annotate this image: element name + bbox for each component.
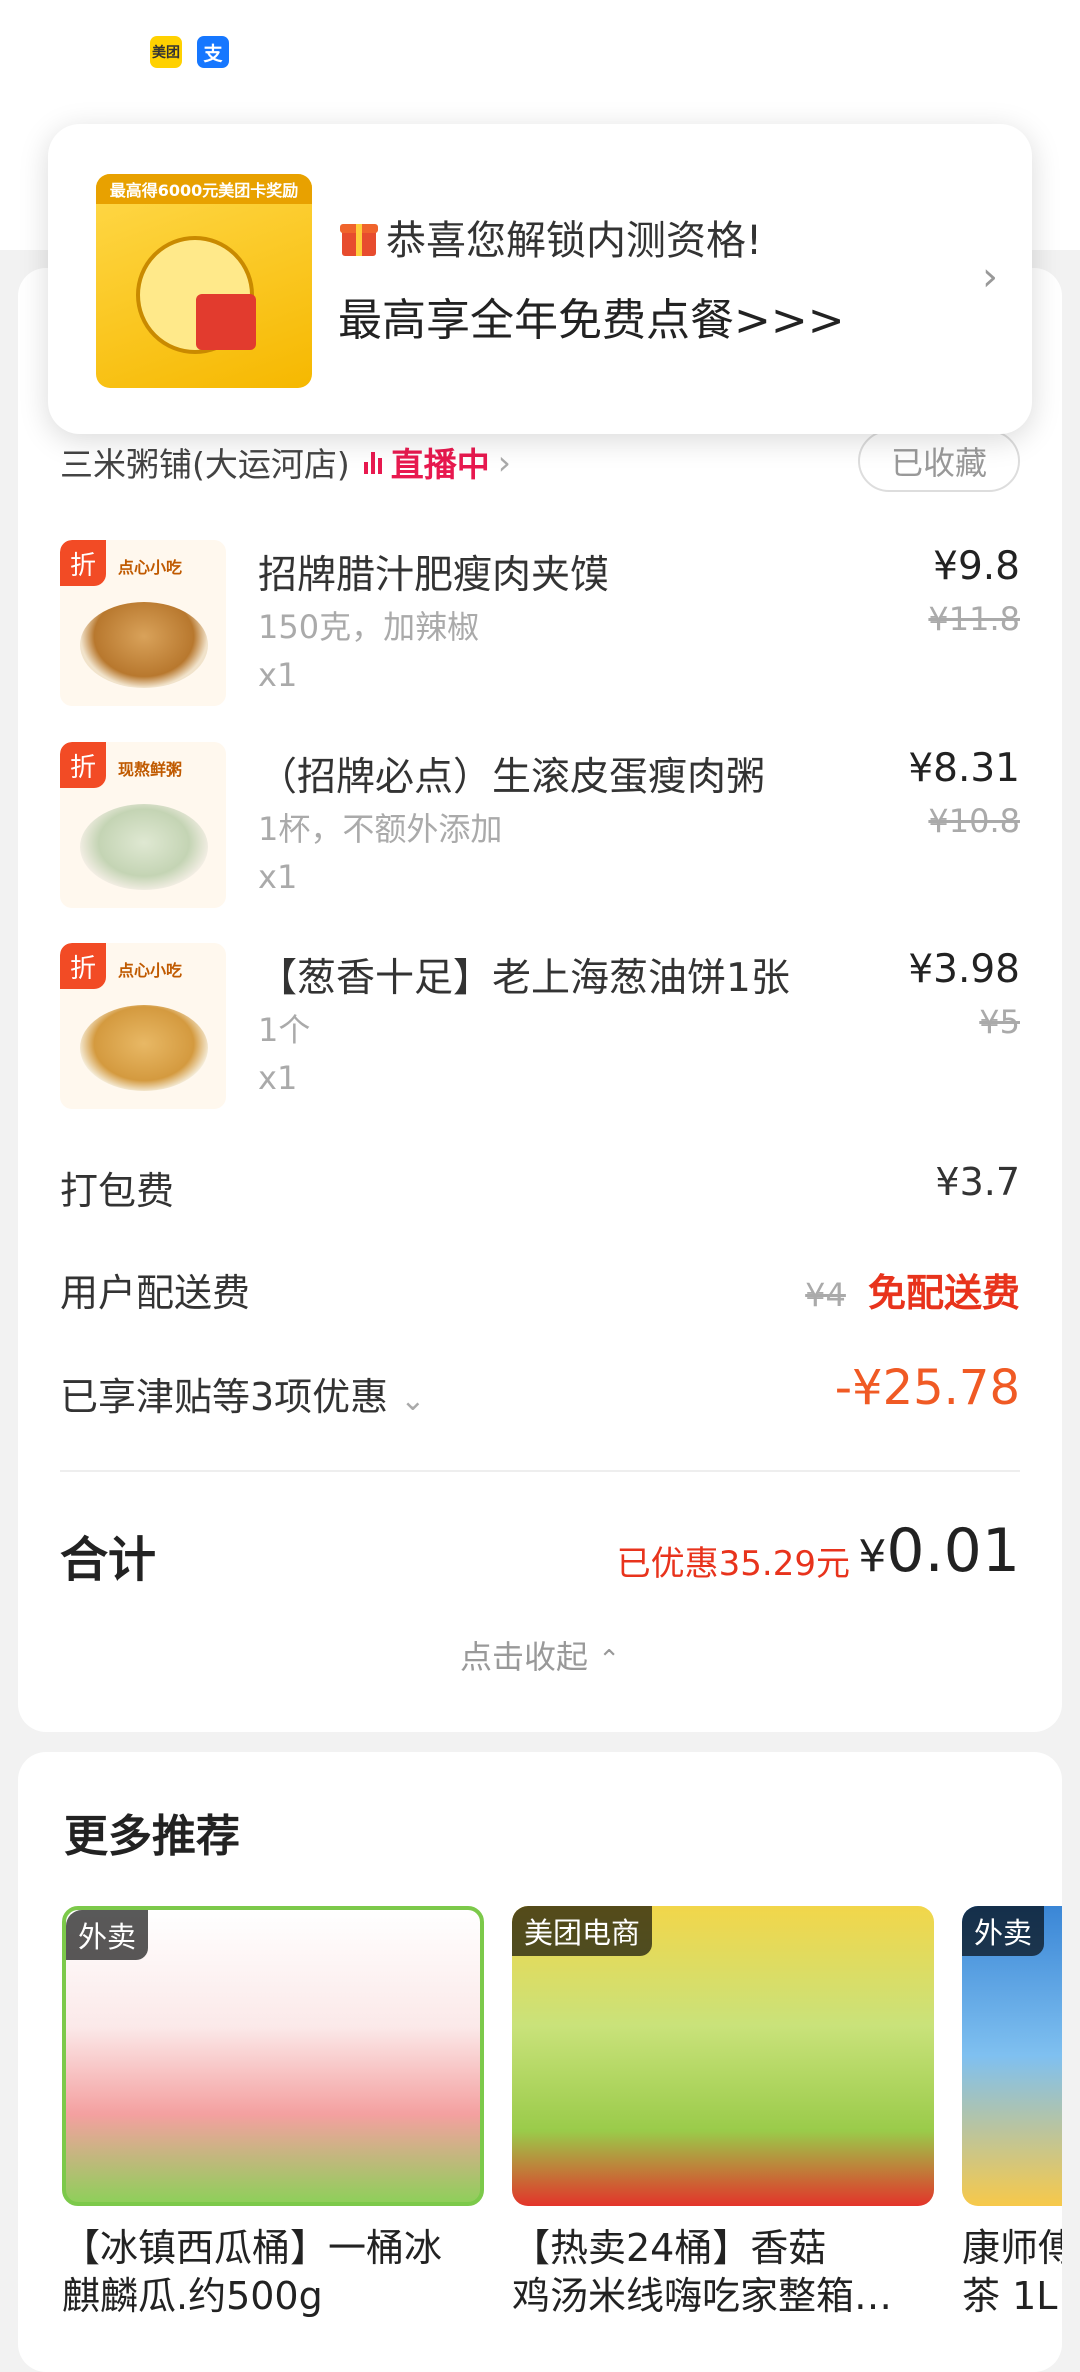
recommend-text[interactable]: 【冰镇西瓜桶】一桶冰 麒麟瓜.约500g bbox=[62, 2224, 442, 2320]
item-thumbnail: 点心小吃 折 bbox=[60, 540, 226, 706]
thumb-label: 点心小吃 bbox=[118, 961, 183, 980]
item-thumbnail: 点心小吃 折 bbox=[60, 943, 226, 1109]
total-amount-value: 0.01 bbox=[886, 1516, 1020, 1586]
recommend-tag: 外卖 bbox=[962, 1906, 1045, 1956]
discount-label[interactable]: 已享津贴等3项优惠 bbox=[60, 1375, 388, 1419]
gift-icon bbox=[338, 216, 380, 258]
item-original-price: ¥10.8 bbox=[928, 802, 1020, 840]
item-thumbnail: 现熬鲜粥 折 bbox=[60, 742, 226, 908]
packing-fee-label: 打包费 bbox=[60, 1169, 175, 1213]
promo-title-text: 恭喜您解锁内测资格! bbox=[386, 218, 763, 264]
item-name: 【葱香十足】老上海葱油饼1张 bbox=[258, 956, 790, 1001]
order-item[interactable]: 点心小吃 折 招牌腊汁肥瘦肉夹馍 150克，加辣椒 x1 ¥9.8 ¥11.8 bbox=[60, 540, 1020, 710]
total-amount: ¥0.01 bbox=[858, 1516, 1020, 1586]
total-saved: 已优惠35.29元 bbox=[616, 1544, 850, 1584]
packing-fee-row: 打包费 ¥3.7 bbox=[60, 1160, 1020, 1215]
collapse-label[interactable]: 点击收起 bbox=[460, 1638, 588, 1676]
recommend-image[interactable]: 美团电商 bbox=[512, 1906, 934, 2206]
order-item[interactable]: 现熬鲜粥 折 （招牌必点）生滚皮蛋瘦肉粥 1杯，不额外添加 x1 ¥8.31 ¥… bbox=[60, 742, 1020, 912]
recommend-line: 鸡汤米线嗨吃家整箱… bbox=[512, 2274, 893, 2318]
item-spec: 1个 bbox=[258, 1011, 311, 1049]
chevron-right-icon: › bbox=[497, 442, 511, 482]
item-original-price: ¥5 bbox=[979, 1003, 1020, 1041]
recommend-line: 茶 1L bbox=[962, 2274, 1058, 2318]
discount-badge: 折 bbox=[60, 943, 106, 989]
recommend-text[interactable]: 康师傅 茶 1L bbox=[962, 2224, 1062, 2320]
item-spec: 1杯，不额外添加 bbox=[258, 810, 503, 848]
recommend-title: 更多推荐 bbox=[64, 1811, 240, 1862]
item-quantity: x1 bbox=[258, 1059, 298, 1097]
recommend-line: 康师傅 bbox=[962, 2226, 1062, 2270]
delivery-fee-value: 免配送费 bbox=[867, 1271, 1020, 1315]
promo-subtitle[interactable]: 最高享全年免费点餐>>> bbox=[338, 284, 845, 348]
recommend-tag: 外卖 bbox=[66, 1910, 149, 1960]
recommend-line: 麒麟瓜.约500g bbox=[62, 2274, 323, 2318]
item-spec: 150克，加辣椒 bbox=[258, 608, 480, 646]
store-name[interactable]: 三米粥铺(大运河店) bbox=[60, 438, 350, 486]
promo-image: 最高得6000元美团卡奖励 bbox=[96, 174, 312, 388]
item-price: ¥8.31 bbox=[908, 746, 1020, 791]
delivery-fee-original: ¥4 bbox=[805, 1276, 846, 1314]
discount-value: -¥25.78 bbox=[834, 1360, 1020, 1416]
food-image bbox=[80, 1005, 208, 1091]
item-price: ¥9.8 bbox=[933, 544, 1020, 589]
recommend-image[interactable]: 外卖 bbox=[62, 1906, 484, 2206]
live-badge[interactable]: 直播中 bbox=[363, 438, 490, 486]
collapse-button[interactable]: 点击收起 ⌃ bbox=[0, 1632, 1080, 1678]
delivery-fee-row: 用户配送费 ¥4 免配送费 bbox=[60, 1262, 1020, 1317]
delivery-fee-label: 用户配送费 bbox=[60, 1271, 251, 1315]
chevron-up-icon[interactable]: ⌃ bbox=[598, 1645, 620, 1675]
recommend-tag: 美团电商 bbox=[512, 1906, 653, 1956]
discount-badge: 折 bbox=[60, 742, 106, 788]
chevron-right-icon[interactable]: › bbox=[982, 254, 998, 300]
promo-image-banner: 最高得6000元美团卡奖励 bbox=[96, 174, 312, 204]
thumb-label: 现熬鲜粥 bbox=[118, 760, 183, 779]
alipay-app-icon: 支 bbox=[197, 36, 229, 68]
item-quantity: x1 bbox=[258, 858, 298, 896]
recommend-line: 【冰镇西瓜桶】一桶冰 bbox=[62, 2226, 443, 2270]
recommend-text[interactable]: 【热卖24桶】香菇 鸡汤米线嗨吃家整箱… bbox=[512, 2224, 892, 2320]
food-image bbox=[80, 602, 208, 688]
recommend-line: 【热卖24桶】香菇 bbox=[512, 2226, 827, 2270]
item-name: （招牌必点）生滚皮蛋瘦肉粥 bbox=[258, 755, 766, 800]
gift-box-illustration bbox=[196, 294, 256, 350]
store-row[interactable]: 三米粥铺(大运河店) 直播中 › bbox=[60, 438, 511, 486]
item-original-price: ¥11.8 bbox=[928, 600, 1020, 638]
divider bbox=[60, 1470, 1020, 1472]
item-quantity: x1 bbox=[258, 656, 298, 694]
discount-badge: 折 bbox=[60, 540, 106, 586]
food-image bbox=[80, 804, 208, 890]
total-label: 合计 bbox=[60, 1532, 157, 1588]
chevron-down-icon[interactable]: ⌄ bbox=[400, 1383, 425, 1418]
currency-symbol: ¥ bbox=[858, 1531, 887, 1582]
promo-title: 恭喜您解锁内测资格! bbox=[338, 208, 762, 266]
meituan-app-icon: 美团 bbox=[150, 36, 182, 68]
live-bars-icon bbox=[363, 450, 385, 474]
live-text: 直播中 bbox=[390, 445, 490, 484]
promo-popup[interactable]: 最高得6000元美团卡奖励 恭喜您解锁内测资格! 最高享全年免费点餐>>> › bbox=[48, 124, 1032, 434]
item-name: 招牌腊汁肥瘦肉夹馍 bbox=[258, 553, 610, 598]
recommend-image[interactable]: 外卖 bbox=[962, 1906, 1062, 2206]
item-price: ¥3.98 bbox=[908, 947, 1020, 992]
packing-fee-value: ¥3.7 bbox=[935, 1160, 1020, 1204]
order-item[interactable]: 点心小吃 折 【葱香十足】老上海葱油饼1张 1个 x1 ¥3.98 ¥5 bbox=[60, 943, 1020, 1113]
discount-row[interactable]: 已享津贴等3项优惠 ⌄ -¥25.78 bbox=[60, 1360, 1020, 1421]
thumb-label: 点心小吃 bbox=[118, 558, 183, 577]
favorite-button[interactable]: 已收藏 bbox=[858, 430, 1020, 492]
